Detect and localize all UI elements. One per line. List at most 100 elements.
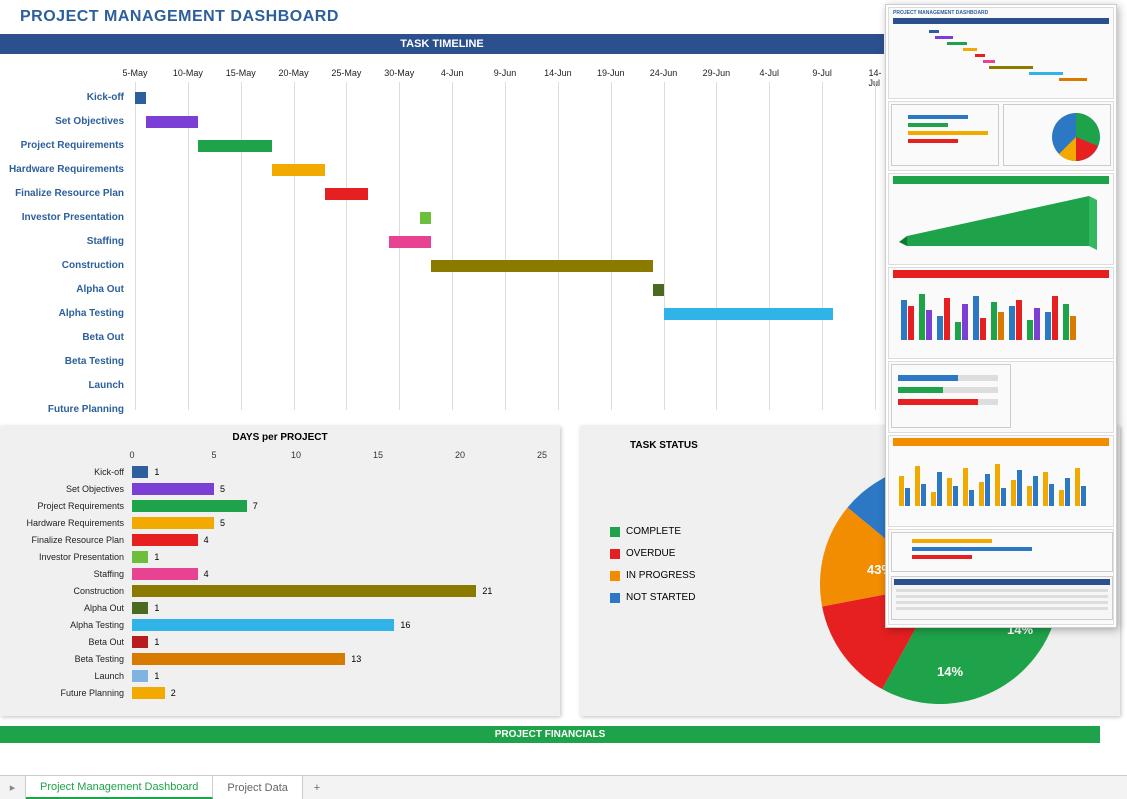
days-row: Beta Out1 — [0, 634, 548, 651]
days-row: Investor Presentation1 — [0, 549, 548, 566]
legend-item: IN PROGRESS — [610, 565, 695, 587]
pie-slice-label: 14% — [937, 664, 963, 679]
timeline-date: 14-Jun — [544, 68, 572, 78]
days-bar — [132, 636, 148, 648]
days-row: Kick-off1 — [0, 464, 548, 481]
days-bar — [132, 534, 198, 546]
thumbnail[interactable] — [888, 101, 1114, 171]
days-axis-tick: 20 — [455, 450, 465, 460]
days-value: 16 — [400, 619, 410, 631]
timeline-date: 20-May — [279, 68, 309, 78]
legend-item: NOT STARTED — [610, 587, 695, 609]
timeline-date: 5-May — [122, 68, 147, 78]
timeline-row: Construction — [0, 254, 884, 278]
timeline-row: Set Objectives — [0, 110, 884, 134]
legend-item: COMPLETE — [610, 521, 695, 543]
days-bar — [132, 602, 148, 614]
timeline-task-label: Alpha Testing — [0, 302, 130, 326]
sheet-tab-bar: ▸ Project Management Dashboard Project D… — [0, 775, 1127, 799]
timeline-date: 24-Jun — [650, 68, 678, 78]
timeline-bar — [664, 308, 833, 320]
days-row: Alpha Testing16 — [0, 617, 548, 634]
days-bar — [132, 517, 214, 529]
days-bar — [132, 687, 165, 699]
days-row-label: Construction — [0, 583, 124, 600]
thumbnail[interactable] — [888, 361, 1114, 433]
tab-nav-prev-icon[interactable]: ▸ — [0, 776, 26, 799]
timeline-date: 19-Jun — [597, 68, 625, 78]
timeline-task-label: Future Planning — [0, 398, 130, 422]
timeline-row: Beta Out — [0, 326, 884, 350]
legend-swatch — [610, 571, 620, 581]
timeline-row: Launch — [0, 374, 884, 398]
days-row-label: Hardware Requirements — [0, 515, 124, 532]
days-row-label: Launch — [0, 668, 124, 685]
days-value: 1 — [154, 551, 159, 563]
thumbnail[interactable]: PROJECT MANAGEMENT DASHBOARD — [888, 7, 1114, 99]
days-title: DAYS per PROJECT — [0, 426, 560, 445]
days-axis-tick: 5 — [211, 450, 216, 460]
thumbnail[interactable] — [888, 435, 1114, 527]
timeline-date: 29-Jun — [703, 68, 731, 78]
days-row: Alpha Out1 — [0, 600, 548, 617]
legend-swatch — [610, 593, 620, 603]
timeline-task-label: Hardware Requirements — [0, 158, 130, 182]
legend-label: OVERDUE — [626, 543, 675, 565]
thumbnail[interactable] — [888, 529, 1114, 625]
days-bar — [132, 500, 247, 512]
thumbnail[interactable] — [888, 267, 1114, 359]
days-row-label: Future Planning — [0, 685, 124, 702]
timeline-date: 4-Jun — [441, 68, 464, 78]
days-bar — [132, 483, 214, 495]
thumbnail[interactable] — [888, 173, 1114, 265]
timeline-bar — [325, 188, 367, 200]
timeline-row: Project Requirements — [0, 134, 884, 158]
days-row-label: Beta Out — [0, 634, 124, 651]
days-bar — [132, 551, 148, 563]
timeline-task-label: Investor Presentation — [0, 206, 130, 230]
timeline-row: Investor Presentation — [0, 206, 884, 230]
timeline-task-label: Launch — [0, 374, 130, 398]
timeline-task-label: Project Requirements — [0, 134, 130, 158]
timeline-header: TASK TIMELINE — [0, 34, 884, 54]
timeline-date: 9-Jun — [494, 68, 517, 78]
days-row: Finalize Resource Plan4 — [0, 532, 548, 549]
timeline-row: Kick-off — [0, 86, 884, 110]
days-row-label: Beta Testing — [0, 651, 124, 668]
timeline-bar — [420, 212, 431, 224]
days-value: 2 — [171, 687, 176, 699]
days-value: 21 — [482, 585, 492, 597]
timeline-row: Beta Testing — [0, 350, 884, 374]
days-per-project-panel: DAYS per PROJECT 0510152025 Kick-off1Set… — [0, 426, 560, 716]
timeline-panel: 5-May10-May15-May20-May25-May30-May4-Jun… — [0, 54, 884, 420]
dashboard-thumbnail-sidebar[interactable]: PROJECT MANAGEMENT DASHBOARD — [885, 4, 1117, 628]
days-value: 1 — [154, 466, 159, 478]
days-axis-tick: 0 — [129, 450, 134, 460]
days-bar — [132, 653, 345, 665]
add-sheet-button[interactable]: + — [303, 776, 331, 799]
legend-swatch — [610, 527, 620, 537]
timeline-date: 15-May — [226, 68, 256, 78]
days-value: 5 — [220, 517, 225, 529]
days-row: Hardware Requirements 5 — [0, 515, 548, 532]
timeline-task-label: Construction — [0, 254, 130, 278]
days-row-label: Project Requirements — [0, 498, 124, 515]
timeline-bar — [653, 284, 664, 296]
days-value: 1 — [154, 670, 159, 682]
timeline-row: Future Planning — [0, 398, 884, 422]
days-axis-tick: 25 — [537, 450, 547, 460]
tab-project-management-dashboard[interactable]: Project Management Dashboard — [26, 776, 213, 799]
timeline-task-label: Beta Testing — [0, 350, 130, 374]
legend-label: COMPLETE — [626, 521, 681, 543]
days-value: 1 — [154, 602, 159, 614]
legend-label: IN PROGRESS — [626, 565, 695, 587]
days-value: 7 — [253, 500, 258, 512]
timeline-task-label: Staffing — [0, 230, 130, 254]
days-row: Set Objectives5 — [0, 481, 548, 498]
timeline-date: 4-Jul — [760, 68, 780, 78]
tab-project-data[interactable]: Project Data — [213, 776, 303, 799]
timeline-task-label: Finalize Resource Plan — [0, 182, 130, 206]
timeline-row: Hardware Requirements — [0, 158, 884, 182]
days-row: Launch 1 — [0, 668, 548, 685]
project-financials-header: PROJECT FINANCIALS — [0, 726, 1100, 743]
